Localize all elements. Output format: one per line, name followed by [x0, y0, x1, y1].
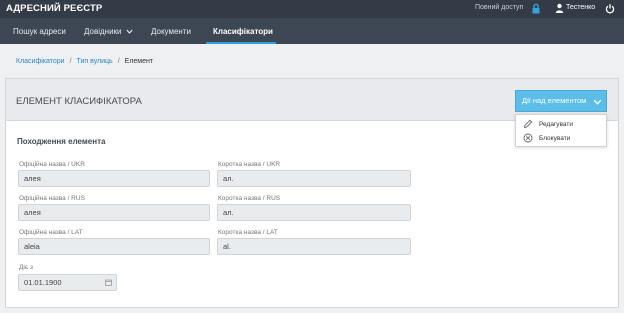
nav-documents[interactable]: Документи: [151, 27, 191, 36]
main-nav: Пошук адреси Довідники Документи Класифі…: [0, 18, 624, 44]
valid-from-value: 01.01.1900: [24, 278, 62, 287]
nav-references-label: Довідники: [84, 27, 122, 36]
pencil-icon: [523, 119, 533, 129]
element-actions-menu: Редагувати Блокувати: [515, 114, 607, 147]
nav-references[interactable]: Довідники: [84, 27, 133, 36]
short-name-ukr-field[interactable]: ал.: [217, 170, 411, 187]
official-name-rus-label: Офіційна назва / RUS: [19, 195, 85, 202]
section-title: Походження елемента: [17, 137, 106, 146]
short-name-lat-label: Коротка назва / LAT: [218, 229, 278, 236]
nav-classifiers[interactable]: Класифікатори: [213, 27, 273, 36]
breadcrumb: Класифікатори / Тип вулиць / Елемент: [16, 58, 153, 65]
app-title[interactable]: АДРЕСНИЙ РЕЄСТР: [6, 3, 102, 14]
short-name-lat-field[interactable]: al.: [217, 238, 411, 255]
chevron-down-icon: [593, 99, 602, 105]
menu-item-edit-label: Редагувати: [539, 121, 574, 128]
block-icon: [523, 133, 533, 143]
card-title: ЕЛЕМЕНТ КЛАСИФІКАТОРА: [16, 96, 142, 107]
access-level: Повний доступ: [475, 4, 524, 11]
power-icon[interactable]: [605, 3, 615, 14]
official-name-lat-label: Офіційна назва / LAT: [19, 229, 83, 236]
top-bar: АДРЕСНИЙ РЕЄСТР Повний доступ Тестенко: [0, 0, 624, 18]
menu-item-edit[interactable]: Редагувати: [523, 119, 603, 131]
short-name-rus-field[interactable]: ал.: [217, 204, 411, 221]
user-name[interactable]: Тестенко: [566, 4, 595, 11]
breadcrumb-street-types[interactable]: Тип вулиць: [77, 58, 113, 65]
short-name-rus-label: Коротка назва / RUS: [218, 195, 281, 202]
official-name-rus-field[interactable]: алея: [18, 204, 210, 221]
user-icon: [555, 3, 564, 13]
official-name-ukr-label: Офіційна назва / UKR: [19, 161, 85, 168]
classifier-element-card: ЕЛЕМЕНТ КЛАСИФІКАТОРА Дії над елементом …: [5, 78, 619, 308]
calendar-icon: [105, 279, 112, 286]
breadcrumb-separator: /: [117, 58, 120, 65]
active-tab-indicator: [206, 42, 276, 44]
lock-icon: [532, 3, 540, 14]
official-name-ukr-field[interactable]: алея: [18, 170, 210, 187]
element-actions-label: Дії над елементом: [522, 96, 587, 105]
official-name-lat-field[interactable]: aleia: [18, 238, 210, 255]
nav-address-search[interactable]: Пошук адреси: [13, 27, 66, 36]
chevron-down-icon: [125, 30, 133, 35]
menu-item-block-label: Блокувати: [539, 135, 571, 142]
menu-item-block[interactable]: Блокувати: [523, 133, 603, 145]
breadcrumb-classifiers[interactable]: Класифікатори: [16, 58, 65, 65]
valid-from-date-field[interactable]: 01.01.1900: [18, 274, 117, 291]
breadcrumb-current: Елемент: [124, 58, 154, 65]
element-actions-button[interactable]: Дії над елементом: [515, 90, 607, 112]
short-name-ukr-label: Коротка назва / UKR: [218, 161, 281, 168]
breadcrumb-separator: /: [69, 58, 72, 65]
valid-from-label: Діє з: [19, 264, 33, 271]
